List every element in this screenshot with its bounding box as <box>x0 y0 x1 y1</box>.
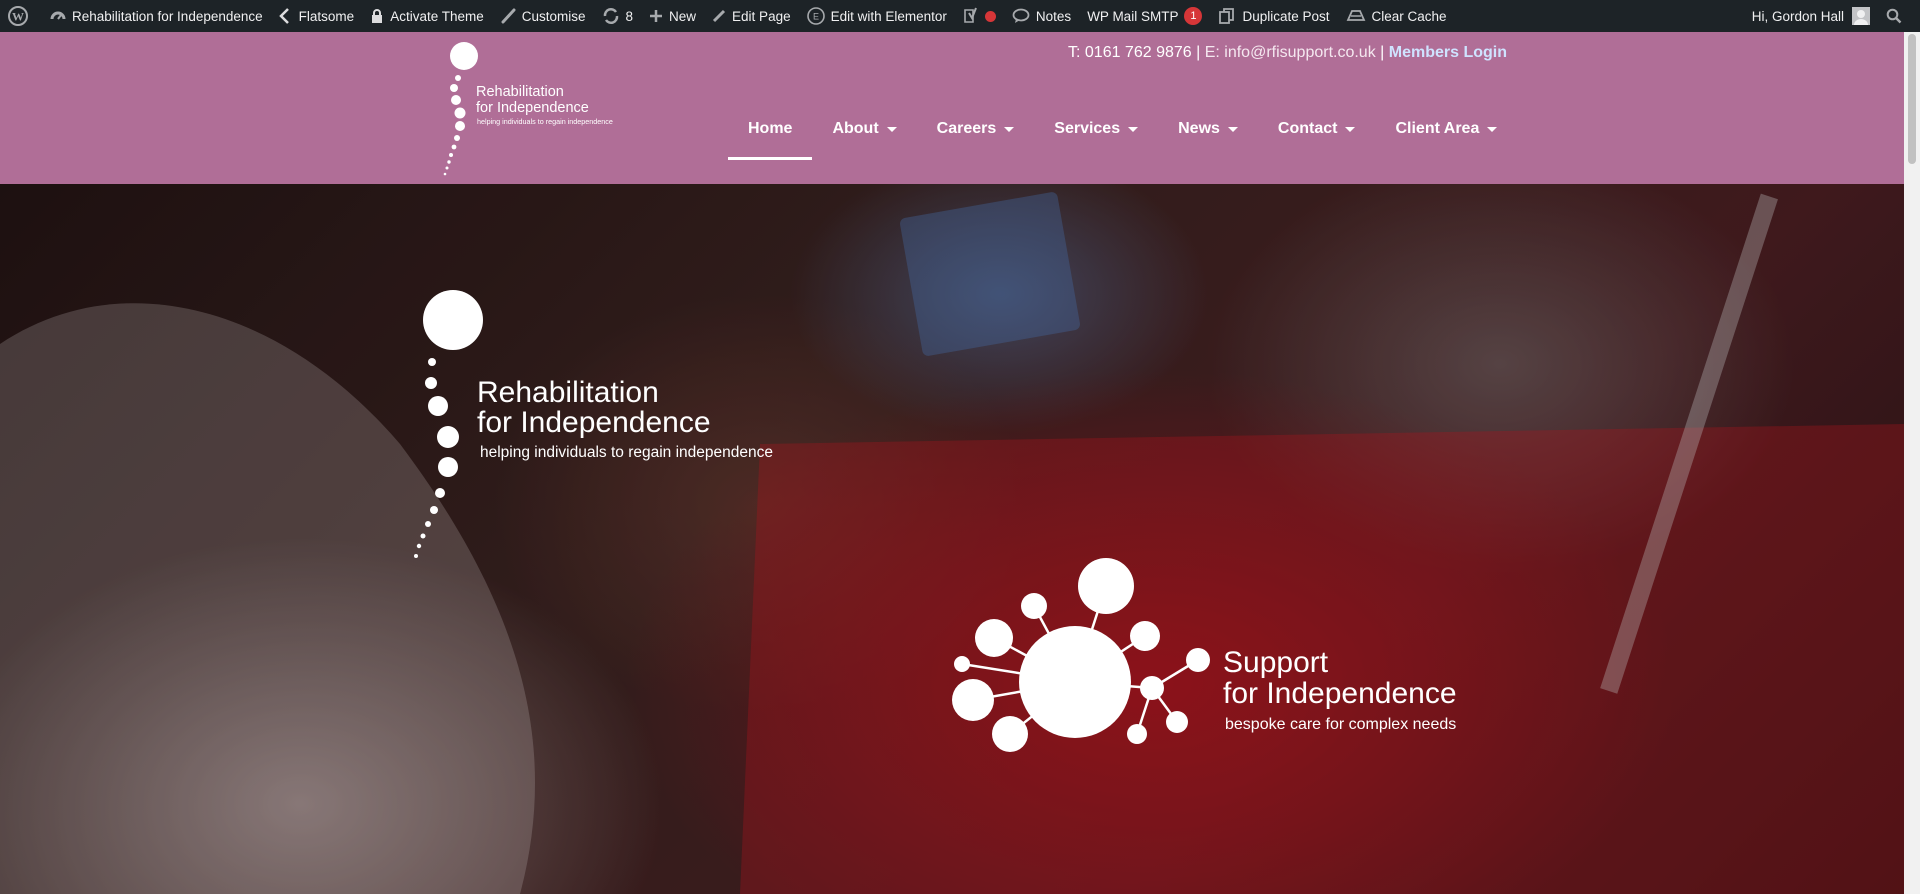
flatsome-icon <box>278 8 289 24</box>
chevron-down-icon <box>886 127 897 132</box>
wp-mail-smtp-label: WP Mail SMTP <box>1087 8 1179 24</box>
chevron-down-icon <box>1004 127 1015 132</box>
chevron-down-icon <box>1487 127 1498 132</box>
rfi-title-line-2: for Independence <box>477 406 711 439</box>
notes-label: Notes <box>1035 8 1072 24</box>
rfi-tagline: helping individuals to regain independen… <box>480 444 773 461</box>
edit-with-elementor-link[interactable]: E Edit with Elementor <box>799 0 955 32</box>
email-link[interactable]: E: info@rfisupport.co.uk <box>1205 44 1376 61</box>
svg-text:E: E <box>813 12 819 22</box>
logo-line-1: Rehabilitation <box>476 84 564 100</box>
search-icon <box>1886 8 1902 24</box>
plus-icon <box>650 10 663 22</box>
cache-icon <box>1346 10 1365 21</box>
search-button[interactable] <box>1878 0 1920 32</box>
greeting-label: Hi, Gordon Hall <box>1751 8 1844 24</box>
nav-services[interactable]: Services <box>1034 120 1158 160</box>
members-login-link[interactable]: Members Login <box>1389 44 1507 61</box>
activate-theme-menu[interactable]: Activate Theme <box>362 0 492 32</box>
edit-elementor-label: Edit with Elementor <box>830 8 947 24</box>
avatar <box>1852 7 1870 25</box>
activate-theme-label: Activate Theme <box>390 8 484 24</box>
admin-bar: W Rehabilitation for Independence Flatso… <box>0 0 1920 32</box>
chevron-down-icon <box>1128 127 1139 132</box>
sfi-title-line-1: Support <box>1223 646 1329 679</box>
paintbrush-icon <box>501 8 516 24</box>
site-name-label: Rehabilitation for Independence <box>72 8 263 24</box>
flatsome-menu[interactable]: Flatsome <box>271 0 363 32</box>
contact-separator: | <box>1380 44 1385 61</box>
sfi-title-line-2: for Independence <box>1223 677 1457 710</box>
customise-label: Customise <box>521 8 586 24</box>
nav-about[interactable]: About <box>812 120 916 160</box>
nav-client-area[interactable]: Client Area <box>1375 120 1517 160</box>
pencil-icon <box>712 9 726 23</box>
logo-tagline: helping individuals to regain independen… <box>477 117 613 126</box>
site-name-menu[interactable]: Rehabilitation for Independence <box>42 0 271 32</box>
duplicate-post-link[interactable]: Duplicate Post <box>1210 0 1337 32</box>
logo-line-2: for Independence <box>476 100 589 116</box>
phone-text: T: 0161 762 9876 | <box>1068 44 1201 61</box>
nav-client-area-label: Client Area <box>1395 120 1480 137</box>
site-logo[interactable]: Rehabilitation for Independence helping … <box>440 40 650 180</box>
nav-services-label: Services <box>1054 120 1121 137</box>
wordpress-logo-button[interactable]: W <box>0 0 42 32</box>
rfi-title-line-1: Rehabilitation <box>477 376 659 409</box>
elementor-icon: E <box>806 7 825 25</box>
site-header: Rehabilitation for Independence helping … <box>0 32 1904 184</box>
wp-mail-smtp-badge: 1 <box>1184 7 1203 25</box>
seo-status-dot <box>984 10 996 22</box>
hero-video: Rehabilitation for Independence helping … <box>0 184 1904 894</box>
duplicate-post-label: Duplicate Post <box>1242 8 1330 24</box>
nav-home-label: Home <box>748 120 793 137</box>
lock-icon <box>372 9 383 23</box>
chevron-down-icon <box>1227 127 1238 132</box>
edit-page-label: Edit Page <box>732 8 791 24</box>
updates-icon <box>603 8 618 24</box>
notes-link[interactable]: Notes <box>1004 0 1079 32</box>
duplicate-icon <box>1219 8 1235 24</box>
yoast-seo-menu[interactable] <box>955 0 1004 32</box>
sfi-tagline: bespoke care for complex needs <box>1225 716 1456 733</box>
nav-careers-label: Careers <box>936 120 997 137</box>
clear-cache-link[interactable]: Clear Cache <box>1338 0 1455 32</box>
nav-contact-label: Contact <box>1277 120 1338 137</box>
new-content-menu[interactable]: New <box>641 0 704 32</box>
my-account-menu[interactable]: Hi, Gordon Hall <box>1744 0 1878 32</box>
yoast-icon <box>964 7 977 23</box>
updates-link[interactable]: 8 <box>594 0 642 32</box>
main-nav: Home About Careers Services News Contact… <box>728 120 1517 160</box>
customise-link[interactable]: Customise <box>492 0 594 32</box>
nav-news-label: News <box>1178 120 1220 137</box>
clear-cache-label: Clear Cache <box>1371 8 1447 24</box>
edit-page-link[interactable]: Edit Page <box>704 0 799 32</box>
wordpress-icon: W <box>8 6 28 26</box>
page-scrollbar[interactable] <box>1904 32 1920 894</box>
svg-text:W: W <box>12 10 24 24</box>
dashboard-icon <box>50 11 66 20</box>
nav-careers[interactable]: Careers <box>917 120 1035 160</box>
chevron-down-icon <box>1345 127 1356 132</box>
nav-home[interactable]: Home <box>728 120 813 160</box>
flatsome-label: Flatsome <box>298 8 355 24</box>
scrollbar-thumb[interactable] <box>1908 34 1916 164</box>
nav-about-label: About <box>832 120 879 137</box>
comment-icon <box>1012 8 1030 23</box>
new-label: New <box>669 8 697 24</box>
nav-news[interactable]: News <box>1158 120 1258 160</box>
contact-info: T: 0161 762 9876 | E: info@rfisupport.co… <box>1068 44 1507 62</box>
nav-contact[interactable]: Contact <box>1258 120 1376 160</box>
hero-graphics: Rehabilitation for Independence helping … <box>0 184 1904 894</box>
wp-mail-smtp-menu[interactable]: WP Mail SMTP 1 <box>1079 0 1210 32</box>
updates-count: 8 <box>625 8 634 24</box>
